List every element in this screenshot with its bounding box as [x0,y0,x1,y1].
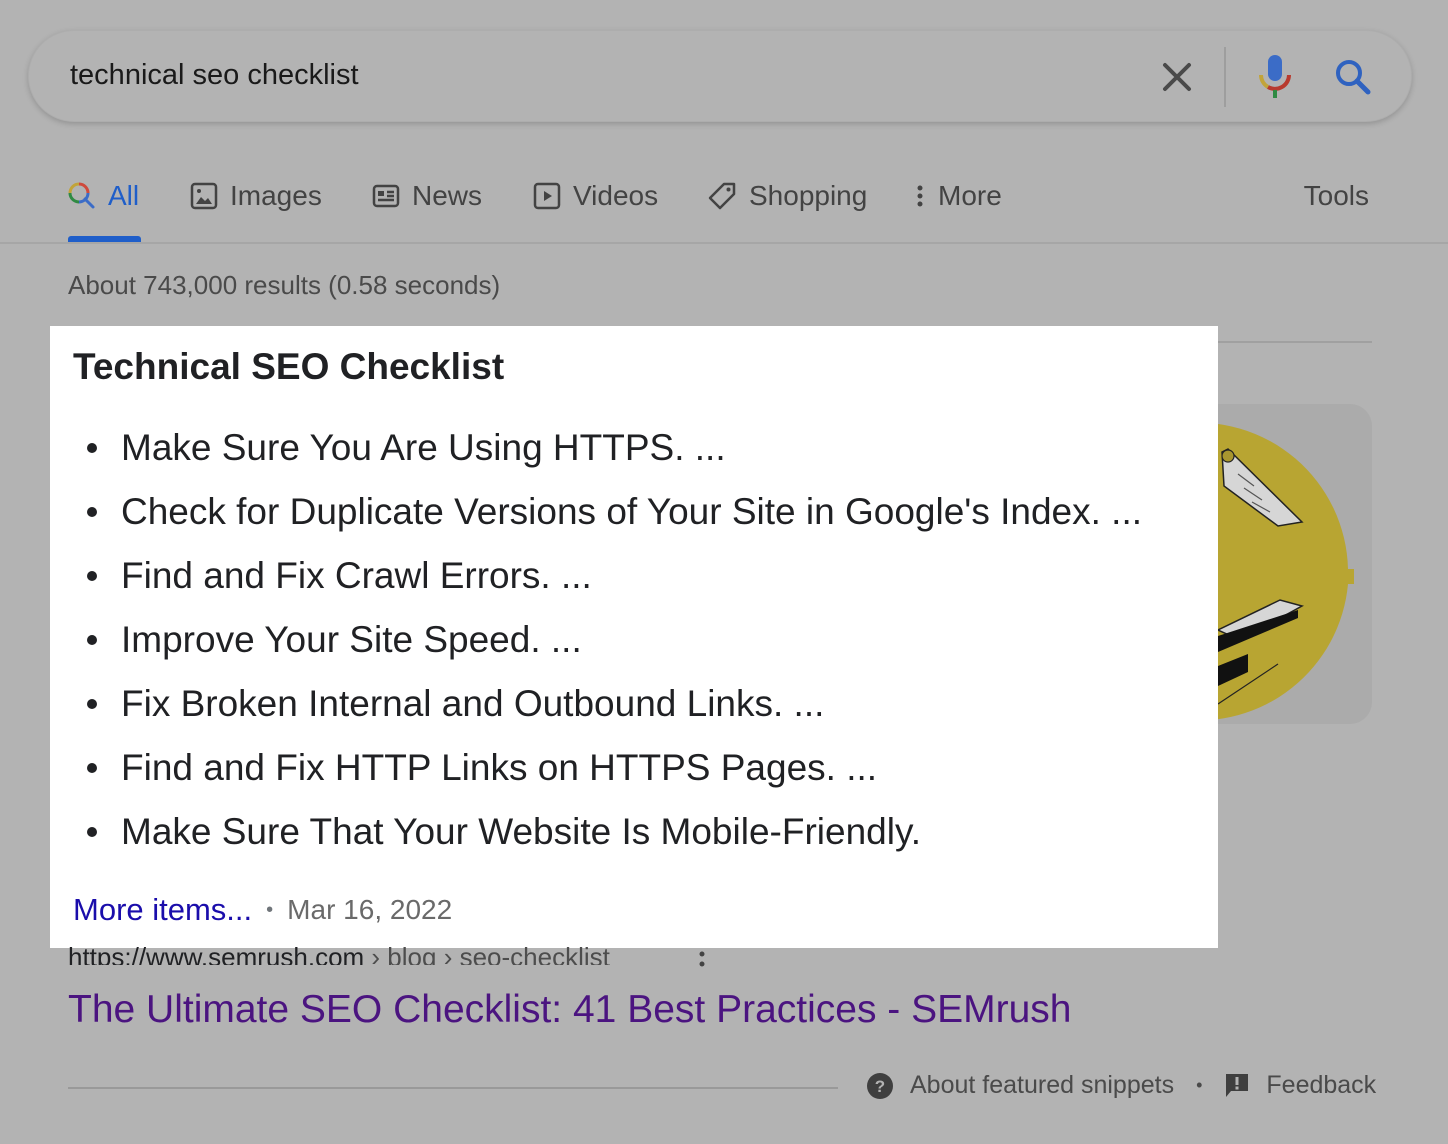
tab-images[interactable]: Images [190,180,322,212]
feedback-icon [1224,1072,1250,1100]
about-featured-snippets-link[interactable]: About featured snippets [910,1071,1174,1100]
list-item-text: Find and Fix Crawl Errors. ... [121,555,592,596]
list-item-text: Fix Broken Internal and Outbound Links. … [121,683,825,724]
tag-icon [708,182,736,210]
close-icon [1163,63,1191,91]
list-item-text: Improve Your Site Speed. ... [121,619,582,660]
vertical-dots-icon [699,951,705,967]
url-path: › blog › seo-checklist [364,942,610,965]
snippet-feedback-bar: ? About featured snippets • Feedback [866,1071,1376,1100]
checklist-illustration-icon [1218,423,1354,720]
snippet-footer: More items... • Mar 16, 2022 [73,892,452,928]
url-domain: https://www.semrush.com [68,942,365,965]
list-item-text: Make Sure You Are Using HTTPS. ... [121,427,726,468]
help-icon: ? [866,1072,894,1100]
tab-all[interactable]: All [68,180,139,212]
tab-shopping[interactable]: Shopping [707,180,867,212]
separator: • [1196,1075,1203,1095]
result-options-button[interactable] [690,944,714,972]
search-icon [1336,60,1371,95]
list-item: Make Sure You Are Using HTTPS. ... [87,416,1142,480]
list-item: Find and Fix Crawl Errors. ... [87,544,1142,608]
clear-search-button[interactable] [1157,57,1197,97]
newspaper-icon [372,184,400,208]
snippet-thumbnail[interactable] [1218,404,1372,724]
search-icon [68,182,95,209]
separator: • [266,898,274,921]
tab-label: Videos [573,180,659,211]
list-item-text: Find and Fix HTTP Links on HTTPS Pages. … [121,747,878,788]
list-item: Fix Broken Internal and Outbound Links. … [87,672,1142,736]
bottom-divider [68,1087,838,1089]
more-items-link[interactable]: More items... [73,892,252,928]
tab-more[interactable]: More [914,180,1002,212]
active-tab-indicator [68,236,141,242]
bullet-icon [87,763,97,773]
bullet-icon [87,635,97,645]
vertical-dots-icon [917,185,923,207]
search-input[interactable]: technical seo checklist [70,59,359,92]
tab-label: Images [230,180,322,211]
bullet-icon [87,443,97,453]
tab-news[interactable]: News [372,180,482,212]
list-item: Check for Duplicate Versions of Your Sit… [87,480,1142,544]
image-icon [190,182,218,210]
snippet-date: Mar 16, 2022 [287,894,453,925]
search-bar: technical seo checklist [28,30,1412,122]
result-url[interactable]: https://www.semrush.com › blog › seo-che… [68,939,610,965]
bullet-icon [87,571,97,581]
search-bar-divider [1224,47,1226,107]
result-title-link[interactable]: The Ultimate SEO Checklist: 41 Best Prac… [68,988,1072,1032]
tools-button[interactable]: Tools [1304,180,1369,212]
right-divider [1218,341,1372,343]
microphone-icon [1259,55,1291,98]
search-tabs: All Images News Videos Shopping More Too… [0,170,1448,244]
voice-search-button[interactable] [1255,53,1295,103]
list-item: Find and Fix HTTP Links on HTTPS Pages. … [87,736,1142,800]
tab-label: More [938,180,1002,211]
bullet-icon [87,827,97,837]
tab-label: Shopping [749,180,868,211]
list-item-text: Make Sure That Your Website Is Mobile-Fr… [121,811,921,852]
featured-snippet: Technical SEO Checklist Make Sure You Ar… [50,326,1218,948]
tab-label: News [412,180,483,211]
tab-videos[interactable]: Videos [533,180,658,212]
bullet-icon [87,507,97,517]
list-item: Make Sure That Your Website Is Mobile-Fr… [87,800,1142,864]
tab-label: All [108,180,140,211]
bullet-icon [87,699,97,709]
list-item: Improve Your Site Speed. ... [87,608,1142,672]
svg-text:?: ? [875,1077,885,1096]
snippet-title: Technical SEO Checklist [73,346,505,387]
snippet-list: Make Sure You Are Using HTTPS. ... Check… [87,416,1142,864]
feedback-link[interactable]: Feedback [1266,1071,1376,1100]
search-button[interactable] [1331,55,1375,99]
results-stats: About 743,000 results (0.58 seconds) [68,270,501,300]
list-item-text: Check for Duplicate Versions of Your Sit… [121,491,1143,532]
play-icon [533,182,561,210]
